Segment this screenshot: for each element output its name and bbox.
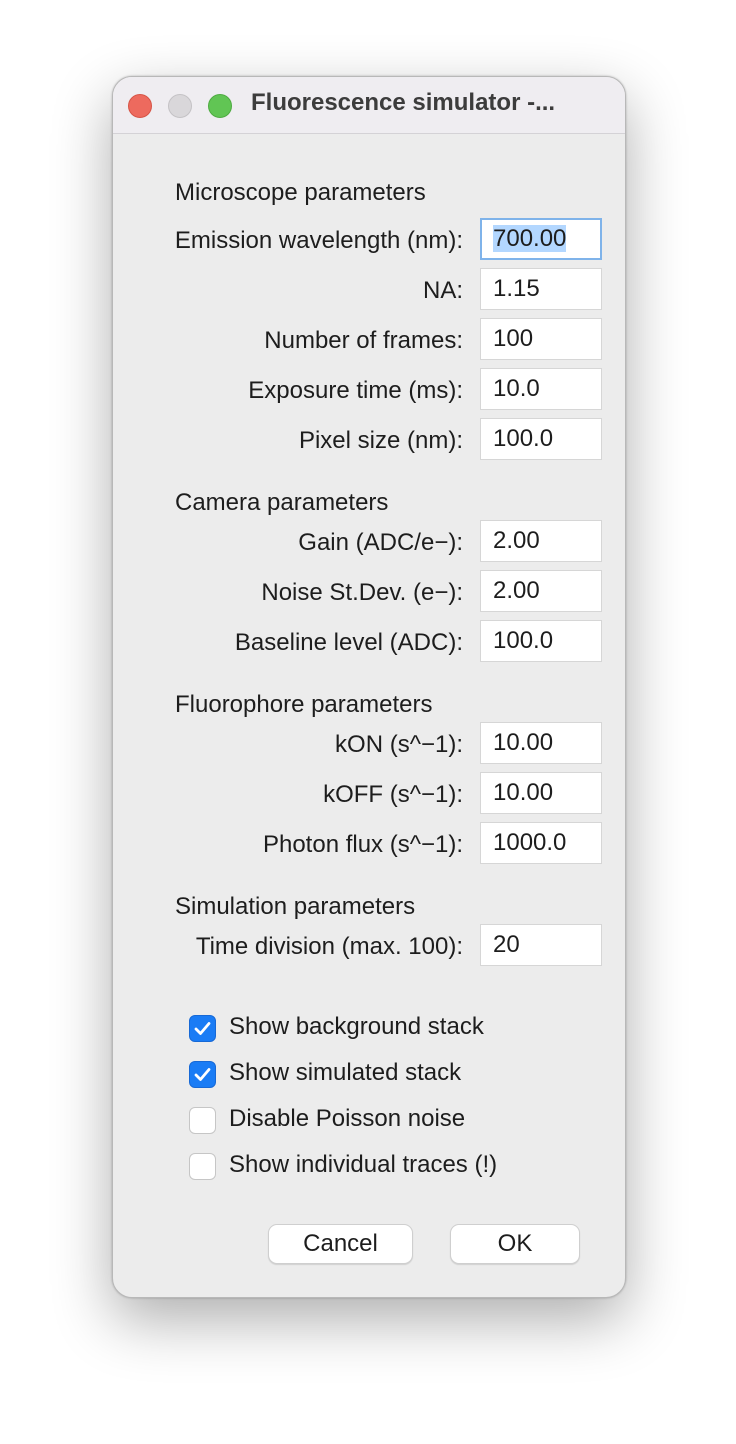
show-background-checkbox[interactable]: [189, 1015, 216, 1042]
noise-stdev-input[interactable]: 2.00: [480, 570, 602, 612]
emission-wavelength-value: 700.00: [493, 225, 567, 252]
ok-button[interactable]: OK: [450, 1224, 580, 1264]
checkmark-icon: [194, 1068, 211, 1081]
photon-flux-label: Photon flux (s^−1):: [262, 831, 463, 858]
minimize-window-button: [168, 94, 192, 118]
time-division-input[interactable]: 20: [480, 924, 602, 966]
simulation-section-heading: Simulation parameters: [175, 893, 416, 920]
exposure-time-input[interactable]: 10.0: [480, 368, 602, 410]
pixel-size-input[interactable]: 100.0: [480, 418, 602, 460]
show-simulated-label[interactable]: Show simulated stack: [229, 1059, 461, 1087]
exposure-time-label: Exposure time (ms):: [248, 377, 463, 404]
gain-input[interactable]: 2.00: [480, 520, 602, 562]
gain-label: Gain (ADC/e−):: [298, 529, 463, 556]
show-background-label[interactable]: Show background stack: [229, 1013, 484, 1041]
emission-wavelength-label: Emission wavelength (nm):: [174, 227, 463, 254]
title-bar[interactable]: Fluorescence simulator -...: [113, 77, 625, 134]
checkmark-icon: [194, 1022, 211, 1035]
noise-stdev-label: Noise St.Dev. (e−):: [261, 579, 463, 606]
window-title: Fluorescence simulator -...: [251, 89, 556, 116]
kon-label: kON (s^−1):: [335, 731, 463, 758]
camera-section-heading: Camera parameters: [175, 489, 389, 516]
disable-poisson-label[interactable]: Disable Poisson noise: [229, 1105, 465, 1133]
pixel-size-label: Pixel size (nm):: [298, 427, 463, 454]
disable-poisson-checkbox[interactable]: [189, 1107, 216, 1134]
show-traces-label[interactable]: Show individual traces (!): [229, 1151, 497, 1179]
koff-label: kOFF (s^−1):: [323, 781, 463, 808]
number-of-frames-input[interactable]: 100: [480, 318, 602, 360]
koff-input[interactable]: 10.00: [480, 772, 602, 814]
maximize-window-button[interactable]: [208, 94, 232, 118]
dialog-window: Fluorescence simulator -... Microscope p…: [112, 76, 626, 1298]
kon-input[interactable]: 10.00: [480, 722, 602, 764]
na-label: NA:: [422, 277, 463, 304]
emission-wavelength-input[interactable]: 700.00: [480, 218, 602, 260]
fluorophore-section-heading: Fluorophore parameters: [175, 691, 433, 718]
cancel-button[interactable]: Cancel: [268, 1224, 413, 1264]
baseline-level-input[interactable]: 100.0: [480, 620, 602, 662]
na-input[interactable]: 1.15: [480, 268, 602, 310]
close-window-button[interactable]: [128, 94, 152, 118]
microscope-section-heading: Microscope parameters: [175, 179, 426, 206]
baseline-level-label: Baseline level (ADC):: [234, 629, 463, 656]
time-division-label: Time division (max. 100):: [195, 933, 463, 960]
show-simulated-checkbox[interactable]: [189, 1061, 216, 1088]
photon-flux-input[interactable]: 1000.0: [480, 822, 602, 864]
number-of-frames-label: Number of frames:: [264, 327, 463, 354]
show-traces-checkbox[interactable]: [189, 1153, 216, 1180]
